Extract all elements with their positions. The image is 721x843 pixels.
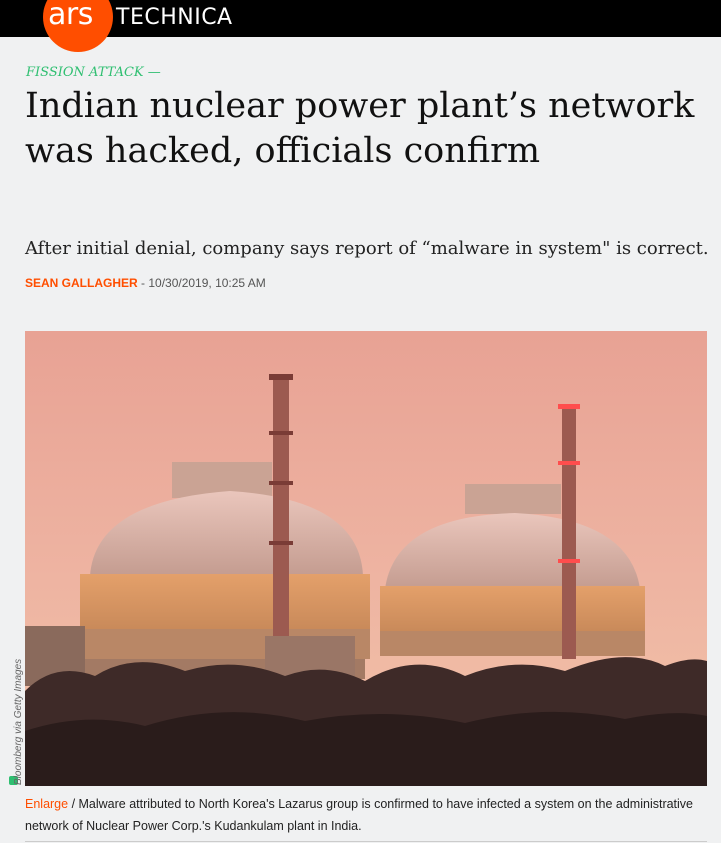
caption-text: / Malware attributed to North Korea's La… xyxy=(25,797,694,833)
byline: SEAN GALLAGHER - 10/30/2019, 10:25 AM xyxy=(25,275,266,291)
nuclear-plant-photo xyxy=(25,331,707,786)
article-headline: Indian nuclear power plant’s network was… xyxy=(25,86,695,171)
article-kicker: FISSION ATTACK — xyxy=(26,65,161,80)
logo-ars-text[interactable]: ars xyxy=(48,0,93,33)
hero-image[interactable] xyxy=(25,331,707,786)
publish-date: 10/30/2019, 10:25 AM xyxy=(148,276,266,290)
image-caption: Enlarge / Malware attributed to North Ko… xyxy=(25,793,705,837)
date-separator: - xyxy=(137,276,149,290)
logo-technica-text[interactable]: TECHNICA xyxy=(116,5,233,31)
photo-credit: Bloomberg via Getty Images xyxy=(13,658,24,785)
article-dek: After initial denial, company says repor… xyxy=(25,238,709,259)
author-link[interactable]: SEAN GALLAGHER xyxy=(25,276,138,290)
enlarge-link[interactable]: Enlarge xyxy=(25,797,68,811)
divider xyxy=(25,841,707,842)
